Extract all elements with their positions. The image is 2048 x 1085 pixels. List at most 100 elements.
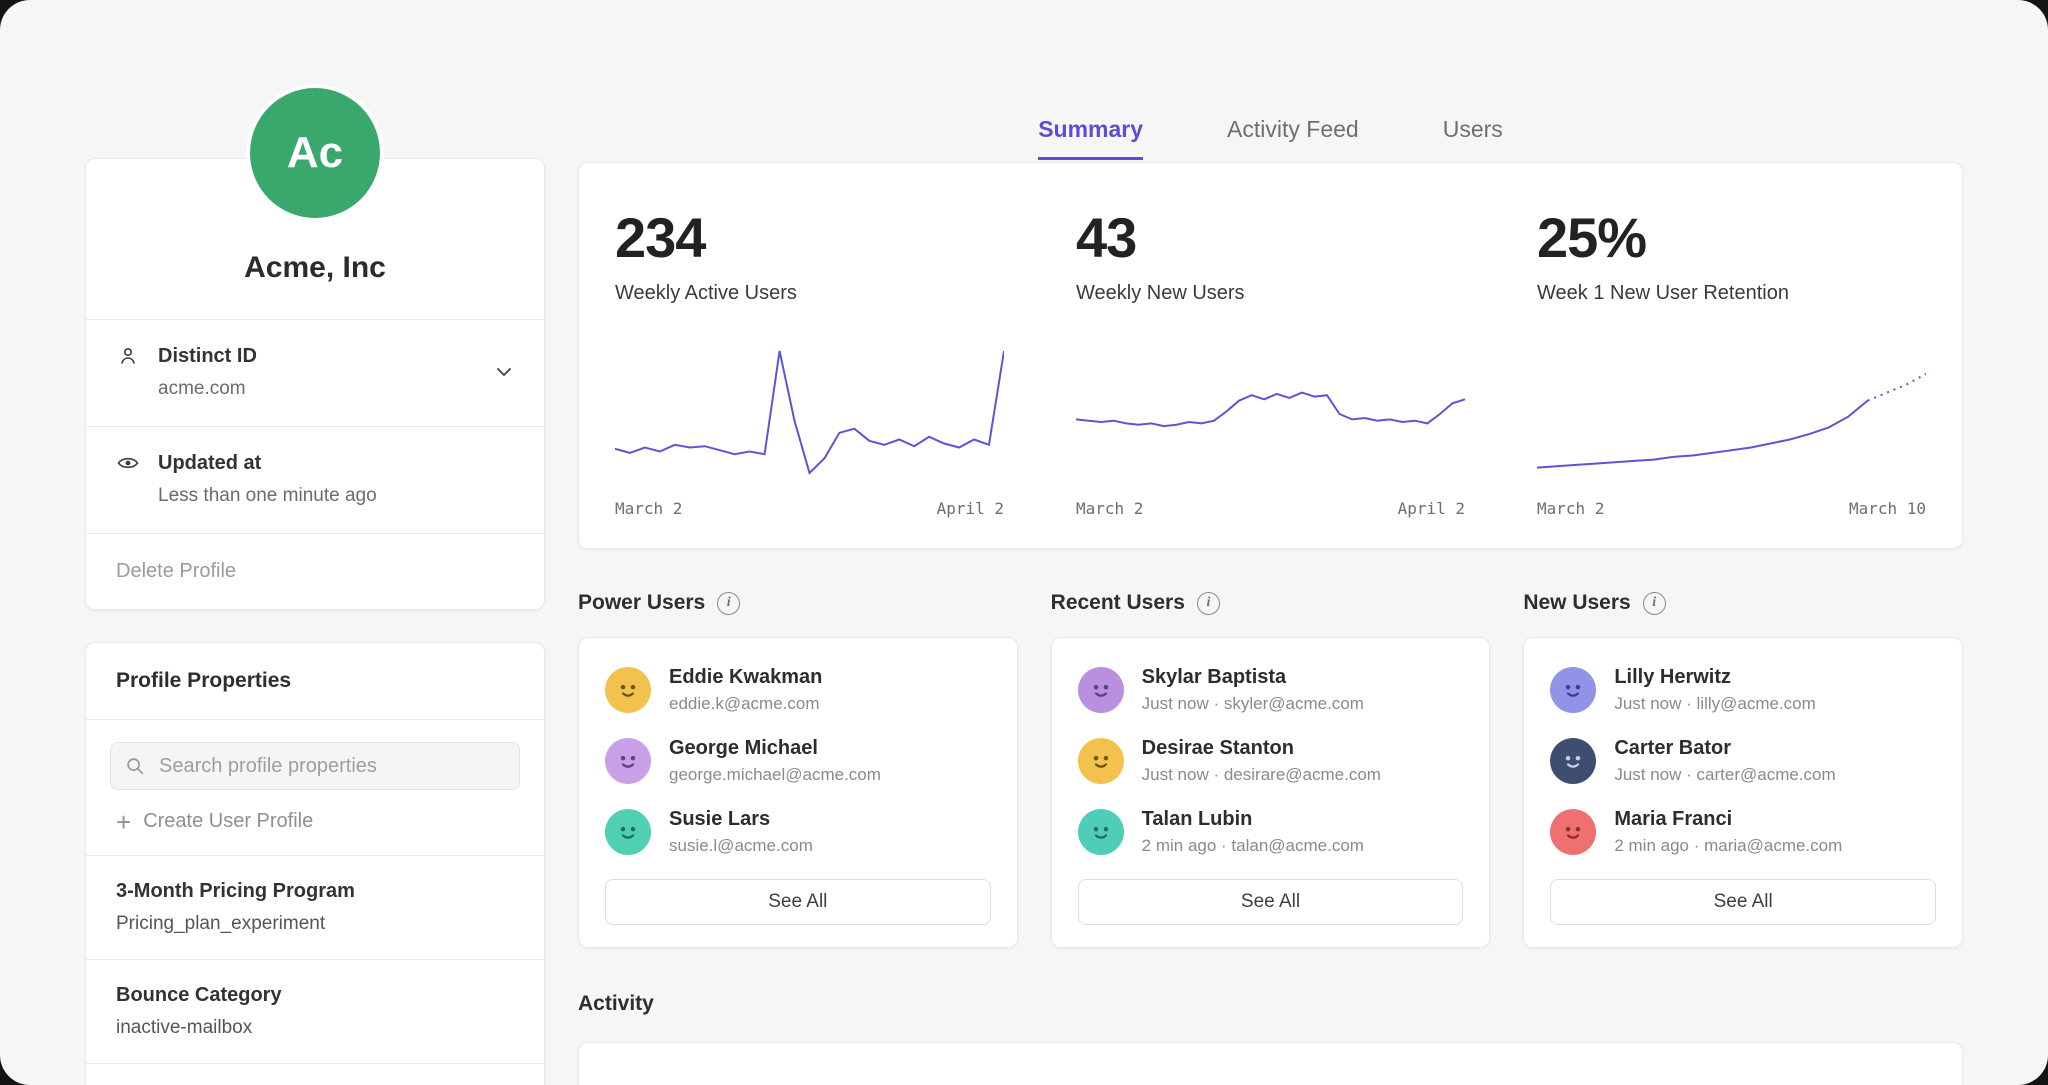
axis-start-label: March 2 [1537,499,1604,518]
user-lists-row: Eddie Kwakman eddie.k@acme.com George Mi… [578,637,1963,948]
info-icon[interactable]: i [1643,592,1666,615]
property-name: Bounce Category [116,984,514,1007]
user-name: Desirae Stanton [1142,737,1381,760]
stat-weekly-active-users: 234 Weekly Active Users March 2 April 2 [579,205,1040,518]
user-list-item[interactable]: Maria Franci 2 min ago · maria@acme.com [1550,808,1936,856]
tab-bar: Summary Activity Feed Users [578,116,1963,160]
axis-start-label: March 2 [615,499,682,518]
user-avatar-icon [605,738,651,784]
property-row[interactable]: Browser Chrome [86,1063,544,1085]
stat-value: 43 [1076,205,1465,270]
user-detail: Just now · desirare@acme.com [1142,765,1381,785]
stat-value: 234 [615,205,1004,270]
search-profile-properties-input[interactable] [110,742,520,790]
tab-summary[interactable]: Summary [1038,116,1143,160]
stat-label: Week 1 New User Retention [1537,282,1926,305]
user-list-item[interactable]: Desirae Stanton Just now · desirare@acme… [1078,737,1464,785]
user-avatar-icon [1078,667,1124,713]
stat-label: Weekly New Users [1076,282,1465,305]
user-name: Maria Franci [1614,808,1842,831]
user-name: Lilly Herwitz [1614,666,1815,689]
create-user-profile-button[interactable]: + Create User Profile [86,790,544,855]
see-all-recent-users-button[interactable]: See All [1078,879,1464,925]
user-avatar-icon [605,809,651,855]
chevron-down-icon [492,360,516,384]
property-row[interactable]: 3-Month Pricing Program Pricing_plan_exp… [86,855,544,959]
property-name: 3-Month Pricing Program [116,880,514,903]
profile-page: Ac Acme, Inc Distinct ID acme.com [0,0,2048,1085]
plus-icon: + [116,812,131,832]
recent-users-card: Skylar Baptista Just now · skyler@acme.c… [1051,637,1491,948]
create-user-profile-label: Create User Profile [143,810,313,833]
stat-week1-retention: 25% Week 1 New User Retention March 2 Ma… [1501,205,1962,518]
property-search [110,742,520,790]
distinct-id-value: acme.com [158,378,514,400]
distinct-id-expand-button[interactable] [490,359,518,387]
list-title-text: Recent Users [1051,591,1185,615]
new-users-title: New Users i [1523,591,1963,615]
user-name: Skylar Baptista [1142,666,1364,689]
see-all-power-users-button[interactable]: See All [605,879,991,925]
user-detail: george.michael@acme.com [669,765,881,785]
user-detail: susie.l@acme.com [669,836,813,856]
updated-at-label: Updated at [158,452,261,475]
company-avatar: Ac [250,88,380,218]
info-icon[interactable]: i [1197,592,1220,615]
user-name: Eddie Kwakman [669,666,822,689]
user-list-item[interactable]: Talan Lubin 2 min ago · talan@acme.com [1078,808,1464,856]
axis-end-label: March 10 [1849,499,1926,518]
user-avatar-icon [1078,738,1124,784]
property-value: inactive-mailbox [116,1017,514,1039]
eye-icon [116,451,140,475]
user-list-item[interactable]: Skylar Baptista Just now · skyler@acme.c… [1078,666,1464,714]
user-list-item[interactable]: George Michael george.michael@acme.com [605,737,991,785]
list-title-text: New Users [1523,591,1630,615]
property-row[interactable]: Bounce Category inactive-mailbox [86,959,544,1063]
user-lists-titles: Power Users i Recent Users i New Users i [578,591,1963,615]
weekly-active-users-sparkline [615,339,1004,489]
axis-end-label: April 2 [937,499,1004,518]
week1-retention-sparkline [1537,339,1926,489]
recent-users-title: Recent Users i [1051,591,1491,615]
profile-card: Acme, Inc Distinct ID acme.com [85,158,545,610]
user-name: Carter Bator [1614,737,1835,760]
axis-end-label: April 2 [1398,499,1465,518]
user-avatar-icon [1550,809,1596,855]
user-detail: Just now · carter@acme.com [1614,765,1835,785]
axis-start-label: March 2 [1076,499,1143,518]
chart-axis: March 2 March 10 [1537,499,1926,518]
property-value: Pricing_plan_experiment [116,913,514,935]
user-detail: Just now · lilly@acme.com [1614,694,1815,714]
user-name: Talan Lubin [1142,808,1364,831]
chart-axis: March 2 April 2 [1076,499,1465,518]
user-detail: eddie.k@acme.com [669,694,822,714]
summary-stats-card: 234 Weekly Active Users March 2 April 2 … [578,162,1963,549]
list-title-text: Power Users [578,591,705,615]
search-icon [124,755,146,777]
user-list-item[interactable]: Eddie Kwakman eddie.k@acme.com [605,666,991,714]
stat-weekly-new-users: 43 Weekly New Users March 2 April 2 [1040,205,1501,518]
distinct-id-label: Distinct ID [158,345,257,368]
user-list-item[interactable]: Lilly Herwitz Just now · lilly@acme.com [1550,666,1936,714]
profile-sidebar: Ac Acme, Inc Distinct ID acme.com [85,0,545,1085]
user-avatar-icon [605,667,651,713]
user-detail: Just now · skyler@acme.com [1142,694,1364,714]
user-list-item[interactable]: Susie Lars susie.l@acme.com [605,808,991,856]
info-icon[interactable]: i [717,592,740,615]
weekly-new-users-sparkline [1076,339,1465,489]
see-all-new-users-button[interactable]: See All [1550,879,1936,925]
user-detail: 2 min ago · talan@acme.com [1142,836,1364,856]
user-detail: 2 min ago · maria@acme.com [1614,836,1842,856]
activity-section-title: Activity [578,992,1963,1016]
power-users-card: Eddie Kwakman eddie.k@acme.com George Mi… [578,637,1018,948]
user-avatar-icon [1078,809,1124,855]
power-users-title: Power Users i [578,591,1018,615]
profile-properties-card: Profile Properties + Create User Profile… [85,642,545,1085]
profile-properties-title: Profile Properties [86,643,544,719]
stat-label: Weekly Active Users [615,282,1004,305]
user-list-item[interactable]: Carter Bator Just now · carter@acme.com [1550,737,1936,785]
tab-users[interactable]: Users [1443,116,1503,160]
delete-profile-button[interactable]: Delete Profile [86,534,544,609]
tab-activity-feed[interactable]: Activity Feed [1227,116,1359,160]
activity-stats-card: 234 240 3.4k [578,1042,1963,1085]
